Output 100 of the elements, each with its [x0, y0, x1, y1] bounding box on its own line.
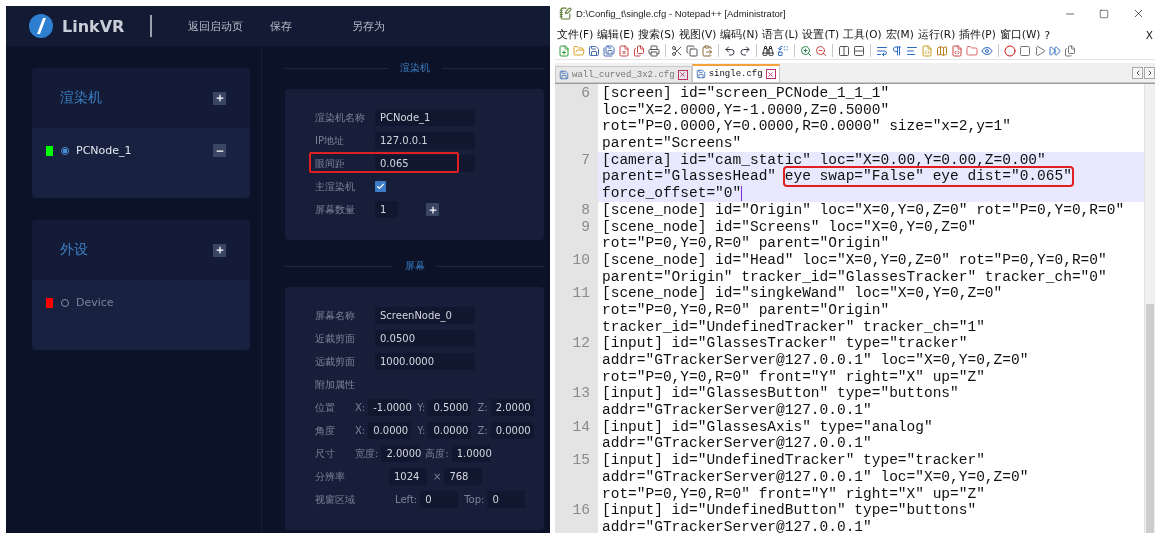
code-line: addr="GTrackerServer@127.0.0.1" loc="X=0,Y=0,Z=0" — [602, 468, 1029, 486]
number-field[interactable]: 1 — [375, 201, 398, 218]
number-field[interactable]: 0.0000 — [428, 422, 472, 439]
files-icon[interactable] — [633, 44, 645, 57]
field-prefix: 宽度: — [355, 446, 379, 461]
menu-item[interactable]: 宏(M) — [885, 27, 914, 42]
node-name[interactable]: PCNode_1 — [76, 144, 213, 157]
text-field[interactable]: 1000.0000 — [375, 353, 475, 370]
menu-item[interactable]: 搜索(S) — [638, 27, 675, 42]
code-line: [input] id="UndefinedTracker" type="tracker" — [602, 452, 985, 469]
close-icon — [767, 70, 775, 78]
menu-item[interactable]: 设置(T) — [802, 27, 840, 42]
pilcrow-icon[interactable] — [891, 44, 903, 57]
checkbox[interactable] — [375, 181, 386, 192]
line-number: 7 — [555, 151, 598, 202]
eye-icon[interactable] — [981, 44, 993, 57]
field-label: 屏幕名称 — [315, 308, 356, 323]
fast-forward-icon[interactable] — [1049, 44, 1061, 57]
undo-icon[interactable] — [724, 44, 736, 57]
tab-close-button[interactable] — [677, 69, 688, 80]
node-name[interactable]: Device — [76, 296, 226, 309]
number-field[interactable]: 0.0000 — [368, 422, 412, 439]
add-button[interactable] — [213, 243, 226, 257]
code-line: [scene_node] id="Head" loc="X=0,Y=0,Z=0" rot="P=0,Y=0,R=0" — [602, 251, 1107, 269]
field-label: 位置 — [315, 400, 336, 415]
nav-link[interactable]: 另存为 — [352, 18, 413, 34]
replace-icon[interactable] — [777, 44, 789, 57]
number-field[interactable]: 0.5000 — [428, 399, 472, 416]
field-label: 角度 — [315, 423, 336, 438]
stop-icon[interactable] — [1019, 44, 1031, 57]
menu-item[interactable]: 编码(N) — [720, 27, 759, 42]
close-document-button[interactable]: X — [1145, 28, 1153, 41]
code-line: addr="GTrackerServer@127.0.0.1" — [602, 435, 872, 453]
number-field[interactable]: 768 — [444, 468, 483, 485]
zoom-out-icon[interactable] — [815, 44, 827, 57]
text-field[interactable]: PCNode_1 — [375, 109, 475, 126]
plus-button[interactable] — [426, 203, 439, 216]
file-tab[interactable]: single.cfg — [691, 64, 780, 82]
field-label: IP地址 — [315, 133, 345, 148]
tab-close-button[interactable] — [765, 69, 776, 79]
printer-icon[interactable] — [648, 44, 660, 57]
number-field[interactable]: -1.0000 — [368, 399, 412, 416]
menu-item[interactable]: 视图(V) — [678, 27, 717, 42]
number-field[interactable]: 2.0000 — [490, 399, 534, 416]
number-field[interactable]: 1.0000 — [451, 445, 490, 462]
code-line: rot="P=0,Y=0,R=0" front="Y" right="X" up="Z" — [602, 368, 985, 386]
number-field[interactable]: 2.0000 — [381, 445, 420, 462]
file-x-icon[interactable] — [618, 44, 630, 57]
file-plus-icon[interactable] — [558, 44, 570, 57]
nav-link[interactable]: 保存 — [270, 18, 353, 34]
align-left-icon[interactable] — [906, 44, 918, 57]
code-line: [scene_node] id="Origin" loc="X=0,Y=0,Z=0" rot="P=0,Y=0,R=0" — [602, 201, 1125, 219]
file-tab[interactable]: wall_curved_3x2.cfg — [555, 66, 692, 82]
file-code-icon[interactable] — [951, 44, 963, 57]
zoom-in-icon[interactable] — [800, 44, 812, 57]
code-line: addr="GTrackerServer@127.0.0.1" — [602, 518, 872, 533]
columns-icon[interactable] — [838, 44, 850, 57]
add-button[interactable] — [213, 91, 226, 105]
menu-item[interactable]: 运行(R) — [917, 27, 956, 42]
menu-item[interactable]: ? — [1044, 28, 1050, 41]
text-cursor — [741, 186, 743, 202]
map-icon[interactable] — [936, 44, 948, 57]
number-field[interactable]: 0.0000 — [490, 422, 534, 439]
menu-item[interactable]: 语言(L) — [762, 27, 799, 42]
menu-item[interactable]: 插件(P) — [959, 27, 996, 42]
app-name: LinkVR — [62, 16, 125, 36]
number-field[interactable]: 0 — [487, 491, 526, 508]
text-field[interactable]: 127.0.0.1 — [375, 132, 475, 149]
redo-icon[interactable] — [739, 44, 751, 57]
scroll-right-button[interactable] — [1144, 66, 1155, 79]
scroll-left-button[interactable] — [1132, 66, 1143, 79]
binoculars-icon[interactable] — [762, 44, 774, 57]
menu-item[interactable]: 文件(F) — [557, 27, 594, 42]
remove-button[interactable] — [213, 144, 226, 157]
radio-button[interactable] — [61, 146, 69, 155]
wrap-text-icon[interactable] — [876, 44, 888, 57]
text-field[interactable]: ScreenNode_0 — [375, 307, 475, 324]
nav-link[interactable]: 返回启动页 — [188, 18, 271, 34]
folder-icon[interactable] — [966, 44, 978, 57]
window-title: D:\Config_t\single.cfg - Notepad++ [Administrator] — [576, 8, 787, 19]
record-icon[interactable] — [1004, 44, 1016, 57]
code-line: [scene_node] id="Screens" loc="X=0,Y=0,Z=0" — [602, 218, 977, 236]
play-icon[interactable] — [1034, 44, 1046, 57]
number-field[interactable]: 1024 — [389, 468, 427, 485]
menu-item[interactable]: 编辑(E) — [597, 27, 635, 42]
code-line: rot="P=0,Y=0,R=0" front="Y" right="X" up="Z" — [602, 485, 985, 503]
text-field[interactable]: 0.0500 — [375, 330, 475, 347]
files-icon[interactable] — [1064, 44, 1076, 57]
number-field[interactable]: 0 — [420, 491, 459, 508]
clipboard-icon[interactable] — [701, 44, 713, 57]
scrollbar[interactable] — [1144, 84, 1155, 533]
floppy-disks-icon[interactable] — [603, 44, 615, 57]
copy-icon[interactable] — [686, 44, 698, 57]
scissors-icon[interactable] — [671, 44, 683, 57]
code-line: [camera] id="cam_static" loc="X=0.00,Y=0.00,Z=0.00" — [602, 151, 1046, 169]
rows-icon[interactable] — [853, 44, 865, 57]
menu-item[interactable]: 窗口(W) — [999, 27, 1041, 42]
menu-item[interactable]: 工具(O) — [843, 27, 882, 42]
code-line: parent="Screens" — [602, 135, 742, 152]
field-prefix: Top: — [464, 494, 485, 505]
